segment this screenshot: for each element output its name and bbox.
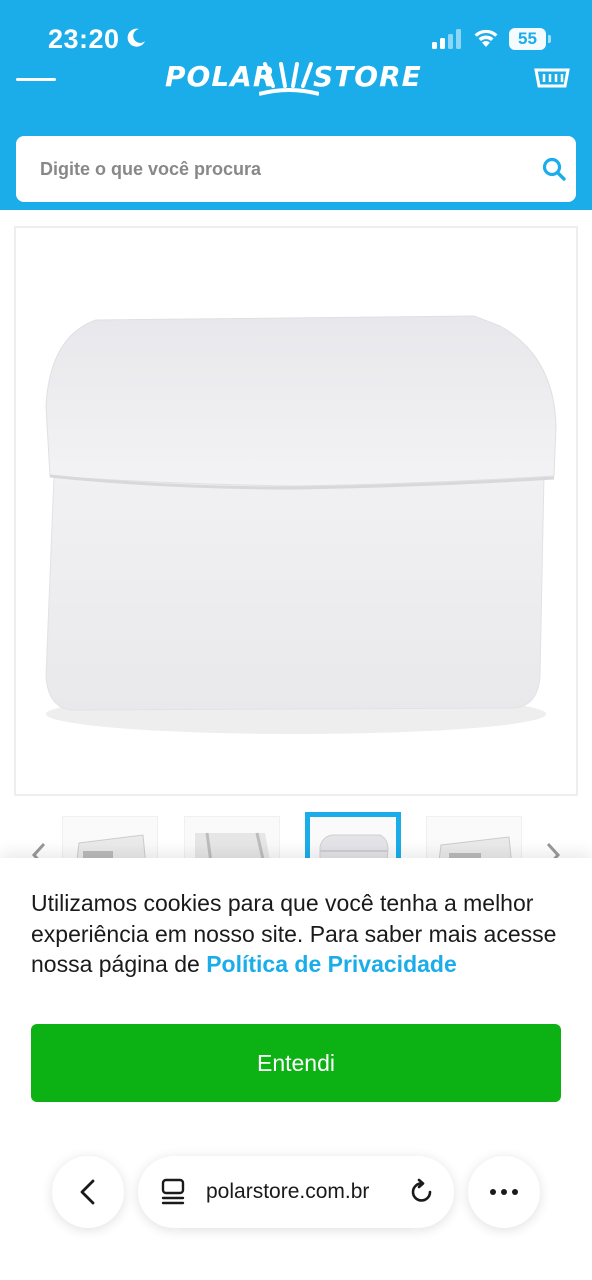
polar-store-logo[interactable]: POLAR STORE [163, 58, 421, 100]
privacy-policy-link[interactable]: Política de Privacidade [206, 951, 457, 977]
logo-text-right: STORE [313, 60, 422, 93]
logo-mark-icon [259, 62, 319, 96]
address-bar[interactable]: polarstore.com.br [138, 1156, 454, 1228]
battery-icon: 55 [509, 28, 551, 50]
cart-icon[interactable] [532, 60, 572, 90]
cookie-message: Utilizamos cookies para que você tenha a… [31, 888, 571, 980]
product-image-frame[interactable] [14, 226, 578, 796]
reload-icon[interactable] [408, 1178, 436, 1206]
browser-back-button[interactable] [52, 1156, 124, 1228]
moon-icon [127, 28, 145, 47]
search-input[interactable] [16, 136, 516, 202]
wifi-icon [474, 29, 498, 47]
styrofoam-box-image [45, 315, 557, 734]
chevron-left-icon [80, 1179, 95, 1205]
site-header: 23:20 55 POLAR STORE [0, 0, 592, 210]
accept-cookies-button[interactable]: Entendi [31, 1024, 561, 1102]
more-options-button[interactable] [468, 1156, 540, 1228]
tab-icon [161, 1178, 185, 1205]
battery-level: 55 [518, 29, 537, 48]
search-box [16, 136, 576, 202]
url-text: polarstore.com.br [206, 1180, 370, 1203]
search-icon[interactable] [540, 155, 568, 183]
menu-icon[interactable] [16, 64, 58, 94]
more-icon [490, 1189, 518, 1195]
status-time: 23:20 [48, 24, 120, 54]
signal-icon [432, 29, 461, 49]
